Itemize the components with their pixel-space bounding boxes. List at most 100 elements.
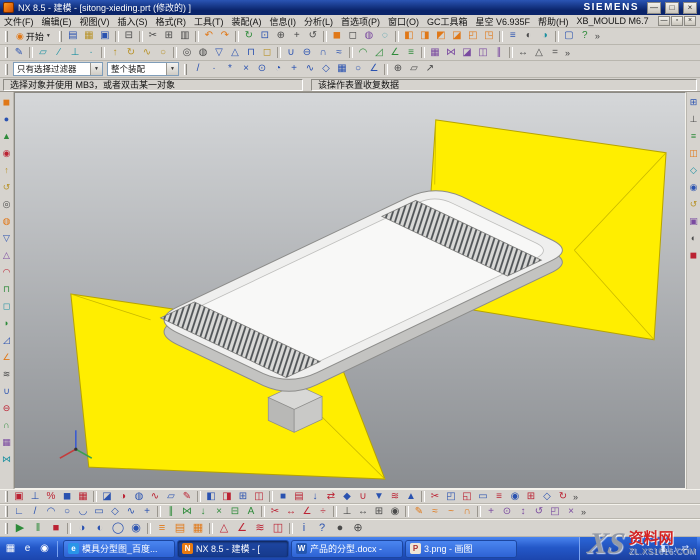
graphics-canvas[interactable] [15,93,685,488]
zoom-icon[interactable]: ⊕ [273,29,289,44]
roles-icon[interactable]: ◐ [687,230,700,247]
point-icon[interactable]: ∙ [83,45,99,60]
show-hide-icon[interactable]: ◐ [91,520,109,536]
snap-control-point-icon[interactable]: * [222,62,238,77]
mirror-feature-icon[interactable]: ⋈ [443,45,459,60]
intersect-icon[interactable]: ∩ [0,417,13,434]
sketch-icon[interactable]: ✎ [11,45,27,60]
menu-item[interactable]: 格式(R) [156,15,187,28]
trim-mold-component-icon[interactable]: ✂ [427,489,443,504]
fit-window-icon[interactable]: ⊡ [257,29,273,44]
ejector-pin-icon[interactable]: ↓ [307,489,323,504]
pattern-feature-icon[interactable]: ▦ [427,45,443,60]
subtract-icon[interactable]: ⊖ [299,45,315,60]
make-corner-icon[interactable]: ∠ [299,504,315,519]
cut-icon[interactable]: ✂ [145,29,161,44]
edge-blend-icon[interactable]: ◗ [0,315,13,332]
chevron-down-icon[interactable]: ▼ [90,63,102,75]
layer-visible-icon[interactable]: ▤ [171,520,189,536]
offset-surface-icon[interactable]: ∥ [491,45,507,60]
snap-point-on-curve-icon[interactable]: ∿ [302,62,318,77]
chamfer-icon[interactable]: ◿ [0,332,13,349]
web-browser-icon[interactable]: ◉ [687,179,700,196]
taskbar-task-paint[interactable]: P 3.png - 画图 [405,540,517,558]
cavity-layout-icon[interactable]: ▦ [75,489,91,504]
toolbar-grip[interactable] [5,64,8,75]
back-view-icon[interactable]: ◳ [481,29,497,44]
redo-icon[interactable]: ↷ [217,29,233,44]
graphics-viewport[interactable] [14,92,686,489]
pause-icon[interactable]: ‖ [29,520,47,536]
edit-curve-icon[interactable]: ✎ [411,504,427,519]
volume-icon[interactable]: ♪ [673,544,678,554]
dimension-icon[interactable]: ↔ [355,504,371,519]
doc-minimize-button[interactable]: — [658,16,670,26]
runner-icon[interactable]: ∪ [355,489,371,504]
toolbar-grip[interactable] [59,31,62,42]
pattern-icon[interactable]: ▦ [0,434,13,451]
close-button[interactable]: × [683,2,697,14]
rotate-view-icon[interactable]: ↺ [305,29,321,44]
menu-item[interactable]: 编辑(E) [42,15,72,28]
pad-icon[interactable]: △ [0,247,13,264]
trimetric-view-icon[interactable]: ◨ [417,29,433,44]
constraint-navigator-icon[interactable]: ⊥ [687,111,700,128]
help-icon[interactable]: ? [577,29,593,44]
copy-icon[interactable]: ⊞ [161,29,177,44]
show-hide-icon[interactable]: ◐ [521,29,537,44]
swept-icon[interactable]: ∿ [139,45,155,60]
save-icon[interactable]: ▣ [97,29,113,44]
hole-icon[interactable]: ◎ [179,45,195,60]
menu-item[interactable]: 首选项(P) [341,15,380,28]
part-navigator-icon[interactable]: ≡ [687,128,700,145]
define-regions-icon[interactable]: ◍ [131,489,147,504]
thicken-icon[interactable]: ≡ [403,45,419,60]
menu-item[interactable]: 帮助(H) [538,15,569,28]
component-icon[interactable]: ◇ [539,489,555,504]
initialize-project-icon[interactable]: ▣ [11,489,27,504]
minimize-button[interactable]: — [647,2,661,14]
toolbar-overflow-icon[interactable]: » [595,31,600,41]
snap-arc-center-icon[interactable]: ⊙ [254,62,270,77]
fillet-icon[interactable]: ◡ [75,504,91,519]
hd3d-tools-icon[interactable]: ◇ [687,162,700,179]
menu-item[interactable]: 装配(A) [232,15,262,28]
auto-constrain-icon[interactable]: ⊞ [371,504,387,519]
rotate-object-icon[interactable]: ↺ [531,504,547,519]
trim-body-icon[interactable]: ◪ [459,45,475,60]
move-object-icon[interactable]: ↕ [515,504,531,519]
stop-icon[interactable]: ■ [47,520,65,536]
pan-icon[interactable]: + [289,29,305,44]
cooling-icon[interactable]: ≋ [387,489,403,504]
quick-extend-icon[interactable]: ↔ [283,504,299,519]
snap-midpoint-icon[interactable]: · [206,62,222,77]
system-materials-icon[interactable]: ◼ [687,247,700,264]
chevron-down-icon[interactable]: ▼ [166,63,178,75]
menu-item[interactable]: 窗口(O) [388,15,419,28]
layer-settings-icon[interactable]: ≡ [505,29,521,44]
immediate-hide-icon[interactable]: ◯ [109,520,127,536]
paste-icon[interactable]: ▥ [177,29,193,44]
datum-csys-icon[interactable]: ⊥ [67,45,83,60]
wcs-dynamics-icon[interactable]: + [483,504,499,519]
draft-icon[interactable]: ∠ [387,45,403,60]
boss-icon[interactable]: ◍ [195,45,211,60]
doc-close-button[interactable]: × [684,16,696,26]
invert-shown-icon[interactable]: ◉ [127,520,145,536]
mold-csys-icon[interactable]: ⊥ [27,489,43,504]
shell-icon[interactable]: ◻ [0,298,13,315]
project-curve-icon[interactable]: ↓ [195,504,211,519]
pocket-icon[interactable]: ▽ [211,45,227,60]
customize-icon[interactable]: ⊕ [349,520,367,536]
menu-item[interactable]: 分析(L) [304,15,333,28]
menu-item[interactable]: XB_MOULD M6.7 [577,16,649,26]
profile-icon[interactable]: ∟ [11,504,27,519]
mirror-icon[interactable]: ⋈ [0,451,13,468]
snap-intersection-icon[interactable]: × [238,62,254,77]
bridge-curve-icon[interactable]: ∩ [459,504,475,519]
media-player-icon[interactable]: ◉ [37,541,52,556]
menu-item[interactable]: 工具(T) [194,15,224,28]
simple-analysis-icon[interactable]: △ [531,45,547,60]
sew-icon[interactable]: ≈ [331,45,347,60]
assembly-navigator-icon[interactable]: ⊞ [687,94,700,111]
